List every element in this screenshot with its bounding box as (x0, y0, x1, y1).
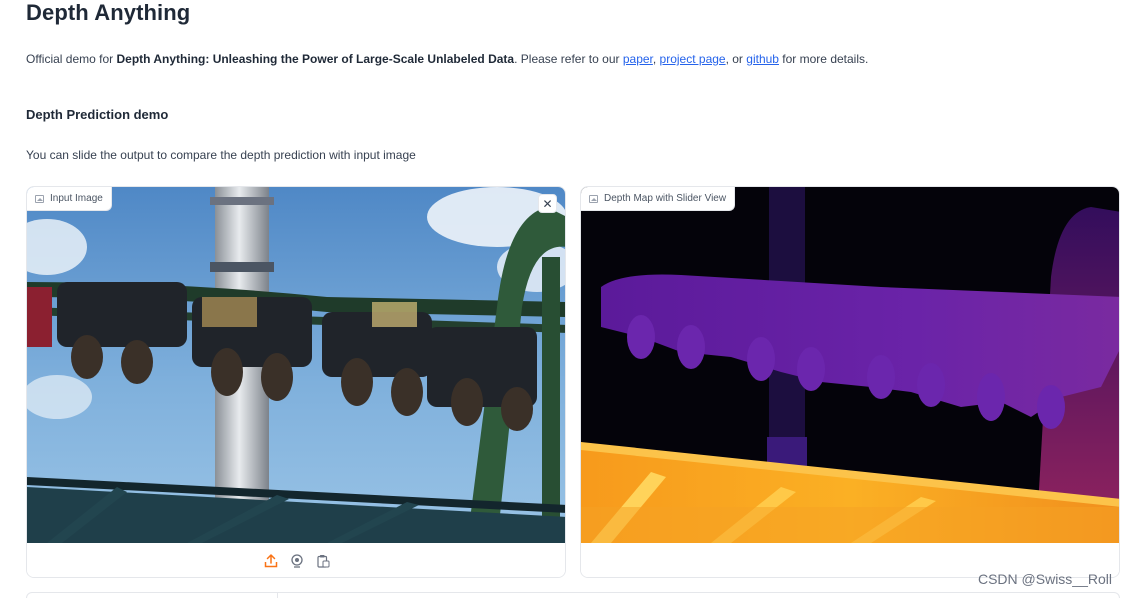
intro-suffix: for more details. (778, 52, 869, 66)
intro-middle: . Please refer to our (514, 52, 623, 66)
github-link[interactable]: github (746, 52, 779, 66)
depth-map-image[interactable] (581, 187, 1119, 543)
input-image-panel[interactable]: Input Image ✕ (26, 186, 566, 578)
section-description: You can slide the output to compare the … (26, 148, 416, 162)
clipboard-icon[interactable] (315, 553, 331, 569)
image-icon (589, 194, 598, 203)
depth-map-render (581, 187, 1119, 543)
webcam-icon[interactable] (289, 553, 305, 569)
clear-image-button[interactable]: ✕ (538, 194, 557, 213)
next-section-container (26, 592, 1120, 598)
intro-sep-1: , (652, 52, 660, 66)
input-image-label-text: Input Image (50, 193, 103, 204)
paper-link[interactable]: paper (623, 52, 653, 66)
input-image-label: Input Image (27, 187, 112, 211)
section-title: Depth Prediction demo (26, 107, 169, 122)
intro-sep-2: , or (725, 52, 747, 66)
paper-title: Depth Anything: Unleashing the Power of … (116, 52, 515, 66)
depth-map-label-text: Depth Map with Slider View (604, 193, 727, 204)
input-toolbar (27, 543, 565, 577)
intro-text: Official demo for Depth Anything: Unleas… (26, 52, 868, 66)
image-icon (35, 194, 44, 203)
watermark: CSDN @Swiss__Roll (977, 571, 1112, 587)
intro-prefix: Official demo for (26, 52, 117, 66)
project-page-link[interactable]: project page (660, 52, 726, 66)
section-divider (277, 593, 278, 598)
depth-map-label: Depth Map with Slider View (581, 187, 736, 211)
page-title: Depth Anything (26, 0, 191, 25)
upload-icon[interactable] (263, 553, 279, 569)
input-image[interactable] (27, 187, 565, 543)
roller-coaster-photo (27, 187, 565, 543)
depth-map-panel[interactable]: Depth Map with Slider View (580, 186, 1120, 578)
